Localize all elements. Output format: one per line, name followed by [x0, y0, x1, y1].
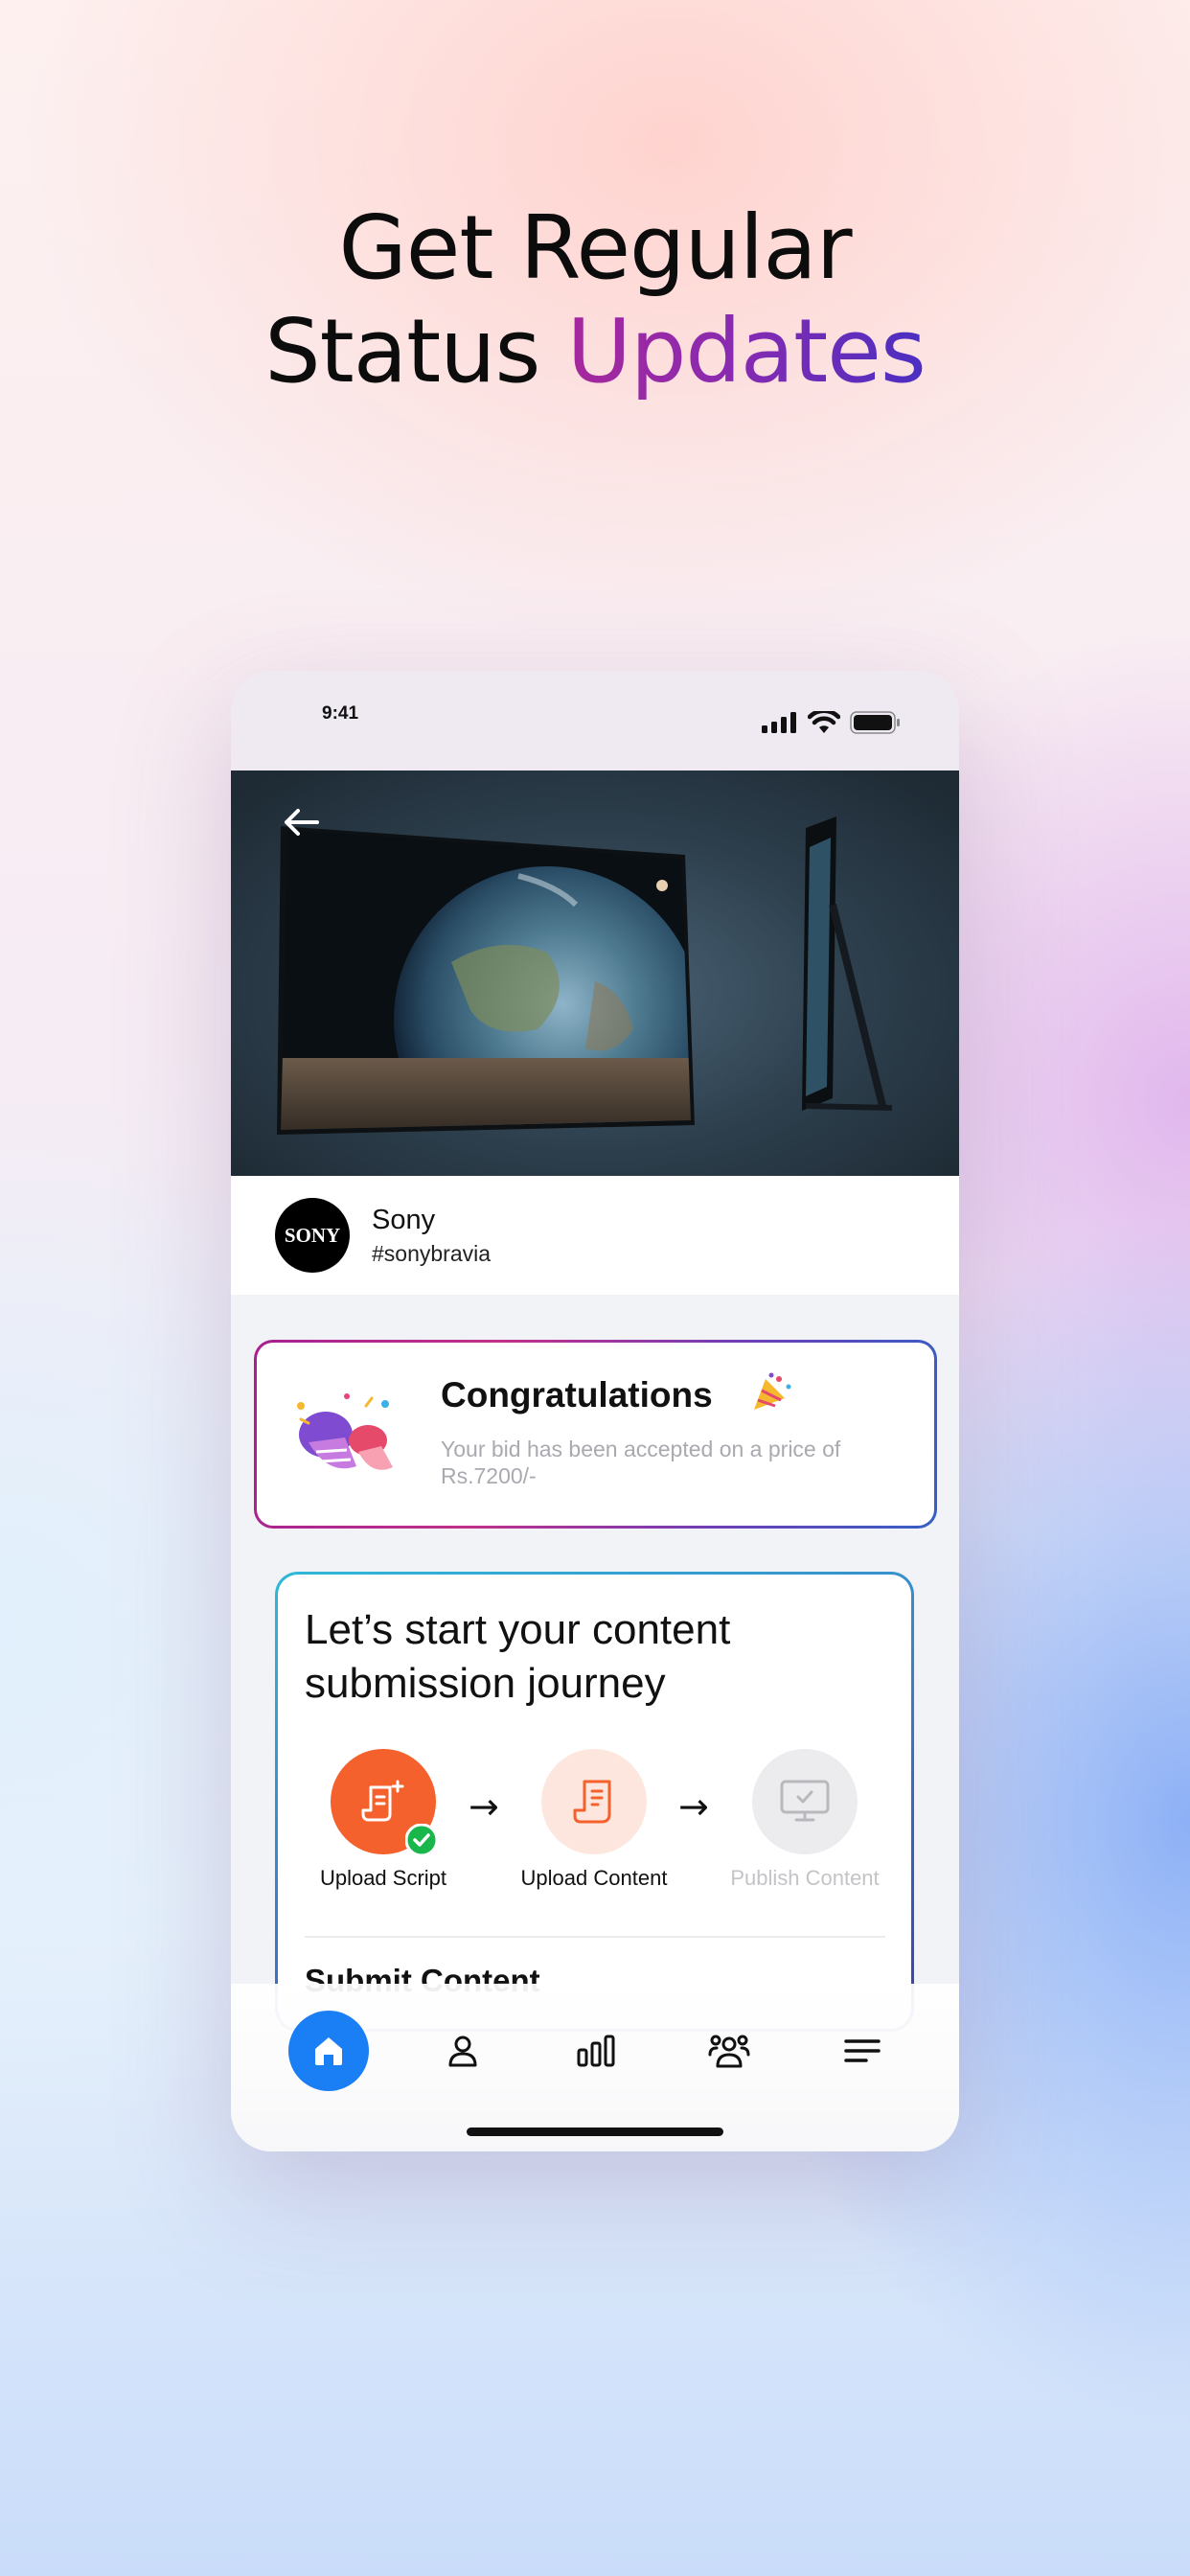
- brand-logo: SONY: [275, 1198, 350, 1273]
- home-icon: [315, 2037, 342, 2065]
- brand-name: Sony: [372, 1205, 436, 1235]
- step-upload-content[interactable]: Upload Content: [489, 1749, 699, 1891]
- nav-menu[interactable]: [822, 2011, 903, 2091]
- monitor-check-icon: [780, 1780, 830, 1822]
- party-popper-icon: [297, 1393, 393, 1470]
- phone-screen: 9:41 SONY Sony #sonybravia Congratulatio…: [231, 671, 959, 2151]
- step-upload-script[interactable]: Upload Script: [278, 1749, 489, 1891]
- nav-home[interactable]: [288, 2011, 369, 2091]
- community-icon: [708, 2035, 750, 2068]
- check-badge-icon: [405, 1824, 438, 1856]
- headline: Get Regular Status Updates: [0, 196, 1190, 403]
- nav-stats[interactable]: [556, 2011, 636, 2091]
- cellular-signal-icon: [762, 712, 796, 733]
- menu-icon: [844, 2039, 881, 2062]
- stats-icon: [577, 2035, 615, 2067]
- back-arrow-icon[interactable]: [279, 799, 325, 845]
- headline-line-1: Get Regular: [338, 196, 852, 299]
- nav-community[interactable]: [689, 2011, 769, 2091]
- status-icons: [762, 711, 902, 734]
- wifi-icon: [808, 711, 840, 733]
- brand-hashtag: #sonybravia: [372, 1241, 492, 1266]
- congratulations-message: Your bid has been accepted on a price of…: [441, 1437, 841, 1488]
- bottom-navigation: [231, 1984, 959, 2151]
- battery-icon: [850, 711, 900, 734]
- status-time: 9:41: [322, 703, 359, 724]
- journey-title: Let’s start your content submission jour…: [305, 1606, 731, 1707]
- content-document-icon: [573, 1780, 611, 1824]
- party-popper-emoji-icon: [754, 1372, 791, 1410]
- nav-profile[interactable]: [423, 2011, 503, 2091]
- brand-header[interactable]: SONY Sony #sonybravia: [231, 1176, 959, 1295]
- congratulations-card: Congratulations Your bid has been accept…: [254, 1340, 937, 1529]
- headline-plain-word: Status: [264, 300, 540, 402]
- step-label-upload-script: Upload Script: [319, 1866, 447, 1890]
- step-publish-content: Publish Content: [699, 1749, 910, 1891]
- submission-journey-card: Let’s start your content submission jour…: [275, 1572, 914, 2032]
- hero-image: [231, 770, 959, 1176]
- status-bar: 9:41: [231, 671, 959, 770]
- journey-divider: [305, 1936, 885, 1938]
- profile-icon: [448, 2036, 477, 2067]
- congratulations-title: Congratulations: [441, 1375, 713, 1414]
- step-label-upload-content: Upload Content: [520, 1866, 668, 1890]
- step-label-publish-content: Publish Content: [730, 1866, 880, 1890]
- tv-product-image: [277, 816, 893, 1135]
- headline-accent-word: Updates: [566, 300, 927, 402]
- headline-line-2: Status Updates: [0, 300, 1190, 403]
- home-indicator[interactable]: [467, 2128, 723, 2136]
- script-upload-icon: [361, 1780, 404, 1822]
